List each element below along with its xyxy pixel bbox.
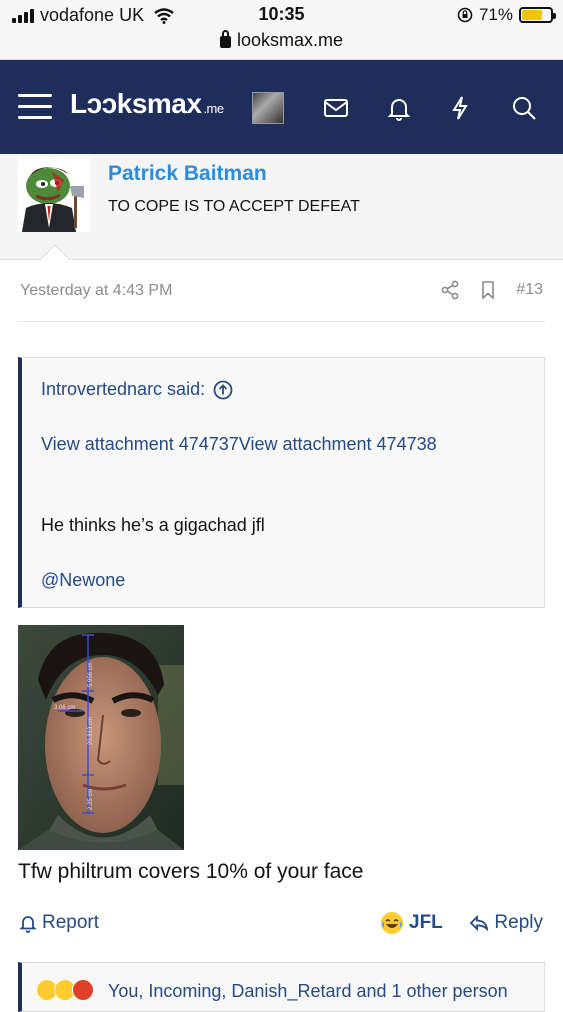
- post-body-text: Tfw philtrum covers 10% of your face: [18, 860, 364, 883]
- post-meta: Yesterday at 4:43 PM #13: [18, 278, 545, 322]
- avatar[interactable]: [18, 158, 90, 232]
- bell-icon: [19, 916, 37, 933]
- poster-user-title: TO COPE IS TO ACCEPT DEFEAT: [108, 198, 360, 215]
- crying-laughing-emoji-icon: [381, 912, 403, 934]
- quote-text: He thinks he’s a gigachad jfl: [41, 515, 265, 535]
- poster-username[interactable]: Patrick Baitman: [108, 162, 267, 186]
- search-icon[interactable]: [510, 94, 538, 122]
- menu-icon[interactable]: [18, 94, 52, 120]
- whats-new-icon[interactable]: [446, 94, 474, 122]
- status-bar: vodafone UK 10:35 71%: [0, 0, 563, 30]
- site-logo[interactable]: Lɔɔksmax .me: [70, 88, 224, 120]
- post-actions: Report JFL Reply: [18, 912, 545, 944]
- angry-emoji-icon: [72, 979, 94, 1001]
- reactions-bar[interactable]: You, Incoming, Danish_Retard and 1 other…: [18, 962, 545, 1012]
- user-mention[interactable]: @Newone: [41, 570, 125, 591]
- report-button[interactable]: Report: [18, 912, 99, 934]
- measure-label-eye: 3.06 cm: [54, 705, 75, 711]
- post-number[interactable]: #13: [516, 281, 543, 299]
- measure-label-middle: 20.813 cm: [88, 717, 94, 745]
- post-image[interactable]: 5.956 cm 20.813 cm 2.25 cm 3.06 cm: [18, 625, 184, 850]
- bookmark-icon[interactable]: [478, 280, 498, 300]
- reply-icon: [470, 914, 489, 932]
- alerts-icon[interactable]: [385, 94, 413, 122]
- post-author-block: Patrick Baitman TO COPE IS TO ACCEPT DEF…: [0, 154, 563, 260]
- avatar[interactable]: [252, 92, 284, 124]
- inbox-icon[interactable]: [322, 94, 350, 122]
- quote-author-link[interactable]: Introvertednarc said:: [41, 379, 233, 400]
- arrow-up-circle-icon[interactable]: [213, 380, 233, 400]
- message-caret: [40, 244, 70, 260]
- reaction-button[interactable]: JFL: [381, 912, 443, 934]
- battery-percent: 71%: [478, 5, 513, 24]
- lock-icon: [219, 30, 231, 48]
- measure-label-top: 5.956 cm: [88, 662, 94, 687]
- post-date[interactable]: Yesterday at 4:43 PM: [20, 282, 172, 300]
- quote-block: Introvertednarc said: View attachment 47…: [18, 357, 545, 608]
- share-icon[interactable]: [440, 280, 460, 300]
- url-bar[interactable]: looksmax.me: [0, 30, 563, 60]
- reactions-list[interactable]: You, Incoming, Danish_Retard and 1 other…: [108, 981, 508, 1002]
- orientation-lock-icon: [457, 7, 473, 23]
- measure-label-bottom: 2.25 cm: [88, 789, 94, 810]
- attachment-links[interactable]: View attachment 474737View attachment 47…: [41, 434, 437, 455]
- battery-icon: [519, 7, 556, 23]
- url-domain: looksmax.me: [236, 30, 344, 50]
- reply-button[interactable]: Reply: [469, 912, 543, 934]
- site-header: Lɔɔksmax .me: [0, 60, 563, 154]
